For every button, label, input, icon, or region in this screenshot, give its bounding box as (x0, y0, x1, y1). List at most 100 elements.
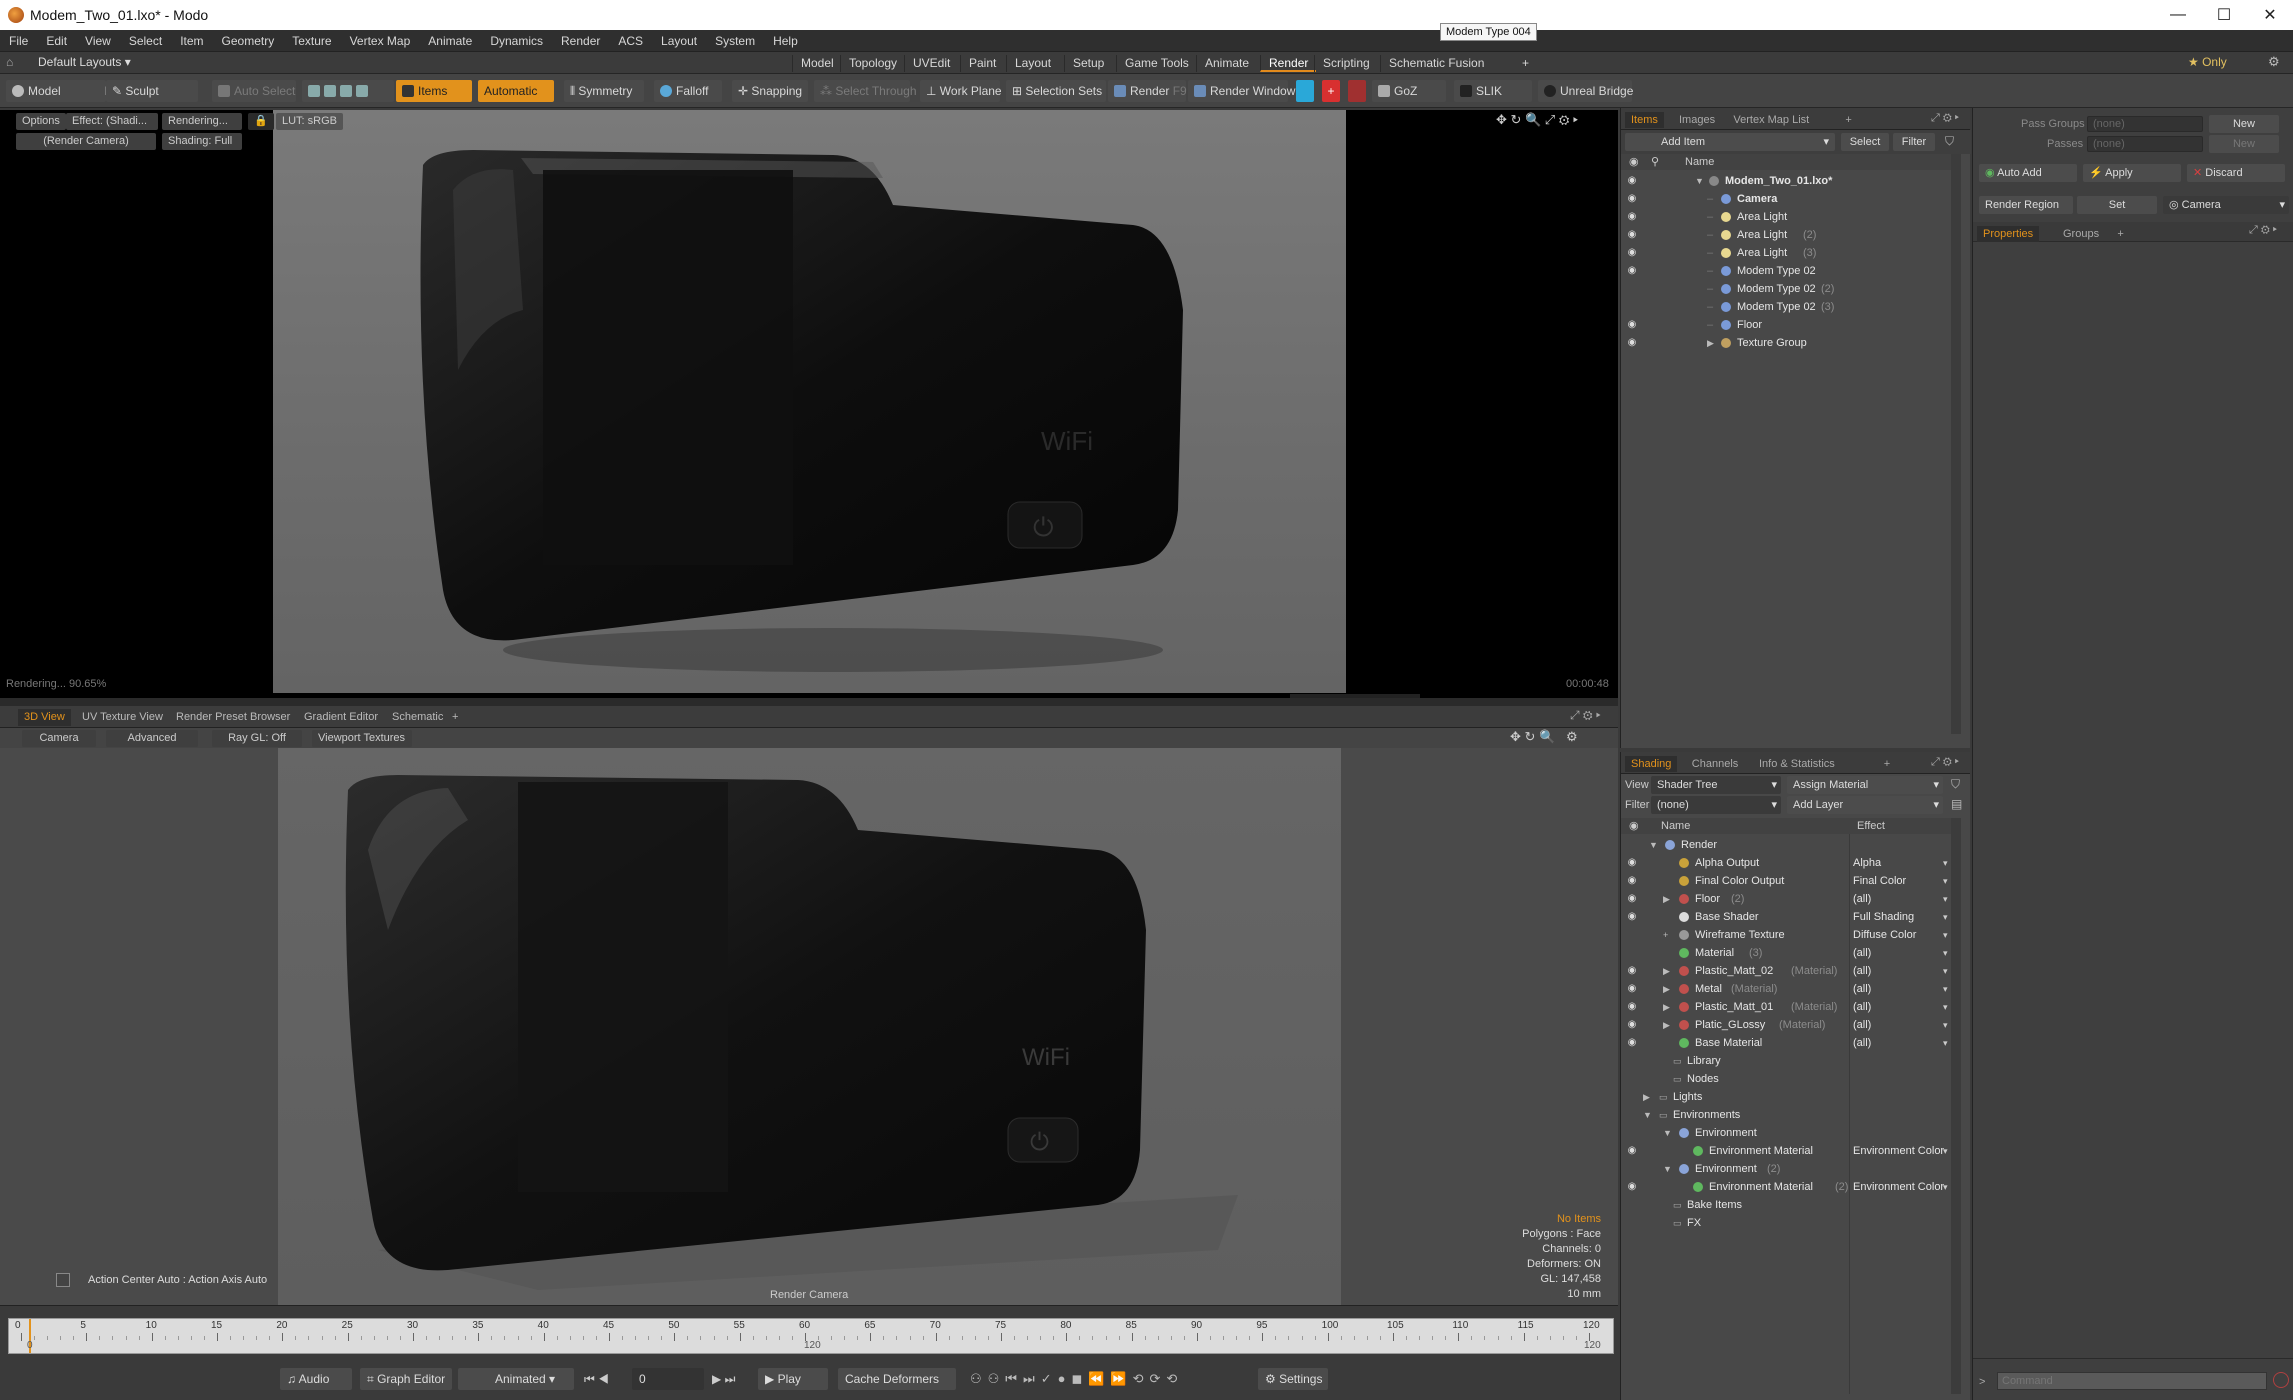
visibility-eye-icon[interactable]: ◉ (1625, 998, 1639, 1016)
3d-viewport[interactable]: WiFi ⏻ (0, 730, 1618, 1305)
render-button[interactable]: Render F9 (1108, 80, 1187, 102)
add-layout-tab-icon[interactable]: + (1514, 55, 1537, 72)
shading-tab-info-statistics[interactable]: Info & Statistics (1753, 756, 1841, 772)
viewport2-nav-icons[interactable]: ✥ ↻ 🔍 ⚙ (1510, 729, 1578, 745)
effect-value[interactable]: (all) (1853, 1016, 1871, 1034)
shader-row[interactable]: ◉ Base Shader Full Shading ▾ (1621, 908, 1970, 926)
menu-acs[interactable]: ACS (609, 30, 652, 52)
effect-value[interactable]: (all) (1853, 1034, 1871, 1052)
command-history-icon[interactable] (2273, 1372, 2289, 1388)
viewport-tab-render-preset-browser[interactable]: Render Preset Browser (170, 709, 296, 726)
shader-row[interactable]: ▭ FX (1621, 1214, 1970, 1232)
snapping-button[interactable]: ✛ Snapping (732, 80, 808, 102)
menu-edit[interactable]: Edit (37, 30, 76, 52)
properties-corner-icons[interactable]: ⤢ ⚙ ▸ (2249, 224, 2277, 237)
lock-icon[interactable]: 🔒 (248, 113, 274, 130)
pass-groups-dropdown[interactable]: (none) (2087, 116, 2203, 132)
expand-arrow-icon[interactable]: ▶ (1663, 980, 1670, 998)
shading-dropdown[interactable]: Shading: Full (162, 133, 242, 150)
effect-dropdown-arrow-icon[interactable]: ▾ (1943, 1016, 1948, 1034)
polygon-mode-icon[interactable] (340, 85, 352, 97)
filter-dropdown[interactable]: (none) ▾ (1651, 796, 1781, 814)
viewport-tab-[interactable]: + (446, 709, 464, 726)
passes-dropdown[interactable]: (none) (2087, 136, 2203, 152)
model-mode-button[interactable]: Model F2 (6, 80, 118, 102)
shading-options-icon[interactable]: ▤ (1951, 797, 1962, 811)
unreal-bridge-button[interactable]: Unreal Bridge (1538, 80, 1633, 102)
shader-row[interactable]: ◉ ▶ Plastic_Matt_02 (Material) (all) ▾ (1621, 962, 1970, 980)
shader-row[interactable]: Material (3) (all) ▾ (1621, 944, 1970, 962)
visibility-eye-icon[interactable]: ◉ (1625, 1178, 1639, 1196)
effect-dropdown-arrow-icon[interactable]: ▾ (1943, 980, 1948, 998)
selection-sets-button[interactable]: ⊞ Selection Sets (1006, 80, 1106, 102)
properties-tab-[interactable]: + (2111, 226, 2129, 242)
render-region-button[interactable]: Render Region (1979, 196, 2073, 214)
visibility-eye-icon[interactable]: ◉ (1625, 334, 1639, 352)
auto-add-button[interactable]: ◉ Auto Add (1979, 164, 2077, 182)
shader-row[interactable]: ◉ Alpha Output Alpha ▾ (1621, 854, 1970, 872)
render-window-button[interactable]: Render Window (1188, 80, 1295, 102)
visibility-eye-icon[interactable]: ◉ (1625, 262, 1639, 280)
work-plane-button[interactable]: ⊥ Work Plane (920, 80, 1002, 102)
effect-dropdown-arrow-icon[interactable]: ▾ (1943, 1142, 1948, 1160)
animated-dropdown[interactable]: Animated ▾ (458, 1368, 574, 1390)
effect-dropdown[interactable]: Effect: (Shadi... (66, 113, 158, 130)
shading-tab-channels[interactable]: Channels (1686, 756, 1744, 772)
timeline-ruler[interactable]: 0 5 10 15 20 25 30 35 40 45 50 55 60 65 70 75 80 85 90 95 10… (8, 1318, 1614, 1354)
visibility-eye-icon[interactable]: ◉ (1625, 980, 1639, 998)
camera-view-dropdown[interactable]: Camera (22, 730, 96, 747)
expand-arrow-icon[interactable]: ▶ (1663, 998, 1670, 1016)
menu-geometry[interactable]: Geometry (213, 30, 284, 52)
preview-icon[interactable] (1296, 80, 1314, 102)
expand-arrow-icon[interactable]: ▼ (1643, 1106, 1652, 1124)
shader-row[interactable]: + Wireframe Texture Diffuse Color ▾ (1621, 926, 1970, 944)
layout-tab-game-tools[interactable]: Game Tools (1116, 55, 1197, 72)
minimize-button[interactable]: — (2155, 0, 2201, 30)
play-button[interactable]: ▶ Play (758, 1368, 828, 1390)
effect-value[interactable]: (all) (1853, 890, 1871, 908)
shader-row[interactable]: ▭ Nodes (1621, 1070, 1970, 1088)
shader-row[interactable]: ◉ Environment Material (2) Environment Colo… (1621, 1178, 1970, 1196)
layout-tab-setup[interactable]: Setup (1064, 55, 1112, 72)
visibility-eye-icon[interactable]: ◉ (1625, 872, 1639, 890)
shader-row[interactable]: ▭ Library (1621, 1052, 1970, 1070)
effect-value[interactable]: (all) (1853, 962, 1871, 980)
shader-row[interactable]: ◉ Base Material (all) ▾ (1621, 1034, 1970, 1052)
record-icon[interactable] (1348, 80, 1366, 102)
visibility-eye-icon[interactable]: ◉ (1625, 244, 1639, 262)
viewport2-corner-icons[interactable]: ⤢ ⚙ ▸ (1570, 708, 1601, 723)
menu-file[interactable]: File (0, 30, 37, 52)
effect-dropdown-arrow-icon[interactable]: ▾ (1943, 926, 1948, 944)
symmetry-button[interactable]: ⫴ Symmetry (564, 80, 644, 102)
apply-button[interactable]: ⚡ Apply (2083, 164, 2181, 182)
layouts-dropdown[interactable]: Default Layouts ▾ (38, 55, 131, 69)
shader-row[interactable]: ◉ Environment Material Environment Color ▾ (1621, 1142, 1970, 1160)
graph-editor-button[interactable]: ⌗ Graph Editor (360, 1368, 452, 1390)
menu-select[interactable]: Select (120, 30, 171, 52)
shading-scrollbar[interactable] (1951, 818, 1961, 1394)
shader-row[interactable]: ▼ Environment (2) (1621, 1160, 1970, 1178)
item-row[interactable]: ◉ – Camera (1621, 190, 1970, 208)
menu-help[interactable]: Help (764, 30, 807, 52)
cache-deformers-button[interactable]: Cache Deformers (838, 1368, 956, 1390)
options-button[interactable]: Options (16, 113, 66, 130)
item-row[interactable]: ◉ ▼ Modem_Two_01.lxo* (1621, 172, 1970, 190)
viewport-tab-uv-texture-view[interactable]: UV Texture View (76, 709, 169, 726)
item-row[interactable]: – Modem Type 02 (2) (1621, 280, 1970, 298)
menu-view[interactable]: View (76, 30, 120, 52)
layout-tab-scripting[interactable]: Scripting (1314, 55, 1378, 72)
layout-tab-uvedit[interactable]: UVEdit (904, 55, 958, 72)
shader-row[interactable]: ◉ ▶ Metal (Material) (all) ▾ (1621, 980, 1970, 998)
key-tools-icons[interactable]: ⚇⚇⏮⏭✓●◼⏪⏩⟲⟳⟲ (970, 1371, 1183, 1387)
visibility-eye-icon[interactable]: ◉ (1625, 226, 1639, 244)
raygl-toggle[interactable]: Ray GL: Off (212, 730, 302, 747)
viewport-tab-schematic[interactable]: Schematic (386, 709, 449, 726)
maximize-button[interactable]: ☐ (2201, 0, 2247, 30)
shader-row[interactable]: ▼ ▭ Environments (1621, 1106, 1970, 1124)
shader-row[interactable]: ◉ ▶ Plastic_Matt_01 (Material) (all) ▾ (1621, 998, 1970, 1016)
visibility-eye-icon[interactable]: ◉ (1625, 1142, 1639, 1160)
viewport-tab-gradient-editor[interactable]: Gradient Editor (298, 709, 384, 726)
item-row[interactable]: ◉ ▶ Texture Group (1621, 334, 1970, 352)
expand-arrow-icon[interactable]: ▼ (1663, 1124, 1672, 1142)
effect-dropdown-arrow-icon[interactable]: ▾ (1943, 908, 1948, 926)
